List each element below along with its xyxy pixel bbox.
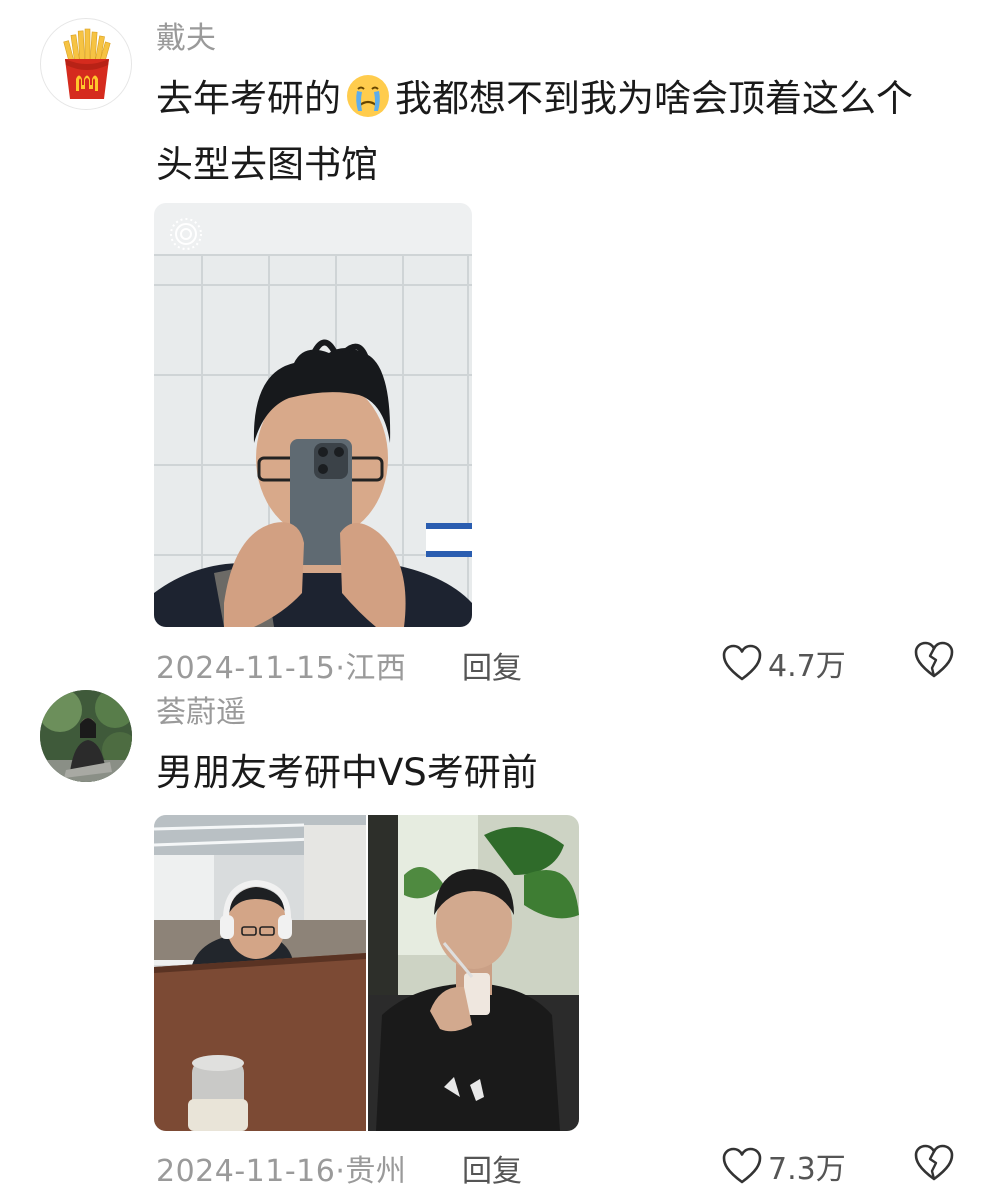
like-count: 4.7万 bbox=[768, 649, 846, 684]
mcdonalds-fries-icon bbox=[63, 28, 111, 99]
reply-button[interactable]: 回复 bbox=[462, 643, 522, 687]
comment-location: 贵州 bbox=[345, 1154, 407, 1189]
heart-icon bbox=[722, 1147, 762, 1184]
comment-meta: 2024-11-15·江西 回复 4.7万 bbox=[156, 641, 956, 686]
avatar[interactable] bbox=[40, 690, 132, 782]
broken-heart-icon bbox=[914, 1144, 954, 1181]
comment-text-segment: 去年考研的 bbox=[156, 77, 341, 120]
comment-text: 去年考研的 我都想不到我为啥会顶着这么个 头型去图书馆 bbox=[156, 70, 956, 194]
comment-meta: 2024-11-16·贵州 回复 7.3万 bbox=[156, 1144, 956, 1189]
dislike-button[interactable] bbox=[914, 1144, 954, 1190]
reply-button[interactable]: 回复 bbox=[462, 1146, 522, 1190]
comment-text: 男朋友考研中VS考研前 bbox=[156, 744, 956, 802]
avatar[interactable] bbox=[40, 18, 132, 110]
comment-text-segment: 男朋友考研中VS考研前 bbox=[156, 751, 538, 794]
comment-text-segment: 我都想不到我为啥会顶着这么个 bbox=[395, 77, 913, 120]
crying-face-emoji-icon bbox=[345, 73, 391, 136]
comment-date-location: 2024-11-15·江西 bbox=[156, 651, 407, 686]
before-after-photo[interactable] bbox=[154, 815, 579, 1131]
mirror-selfie-photo[interactable] bbox=[154, 203, 472, 627]
like-button[interactable]: 4.7万 bbox=[722, 641, 846, 685]
like-count: 7.3万 bbox=[768, 1152, 846, 1187]
comment-location: 江西 bbox=[345, 651, 407, 686]
like-button[interactable]: 7.3万 bbox=[722, 1144, 846, 1188]
username[interactable]: 荟蔚遥 bbox=[156, 698, 246, 728]
comment-date: 2024-11-15 bbox=[156, 651, 336, 686]
comment-date-location: 2024-11-16·贵州 bbox=[156, 1154, 407, 1189]
comment-date: 2024-11-16 bbox=[156, 1154, 336, 1189]
broken-heart-icon bbox=[914, 641, 954, 678]
dislike-button[interactable] bbox=[914, 641, 954, 687]
comment-text-segment: 头型去图书馆 bbox=[156, 143, 378, 186]
username[interactable]: 戴夫 bbox=[156, 24, 216, 54]
user-photo-avatar bbox=[40, 690, 132, 782]
heart-icon bbox=[722, 644, 762, 681]
